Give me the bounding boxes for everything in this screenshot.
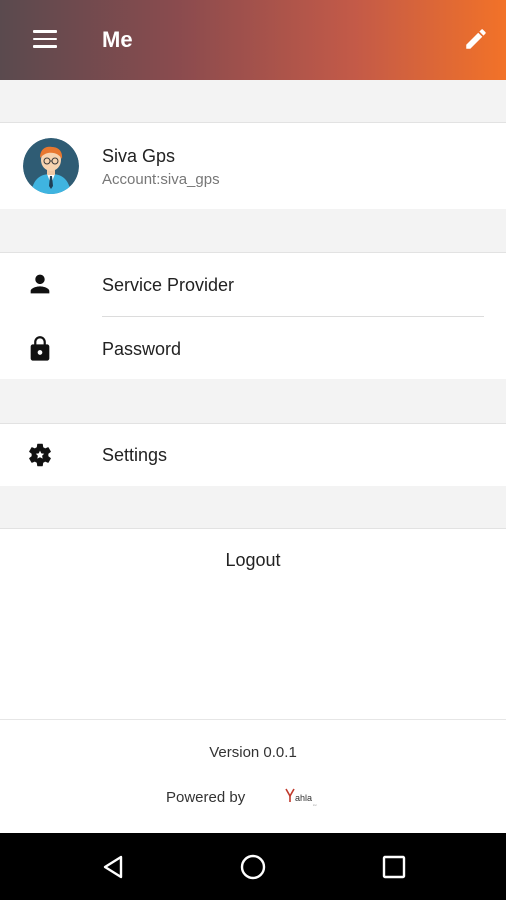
divider [0, 719, 506, 720]
service-provider-label: Service Provider [102, 275, 235, 295]
password-item[interactable] [0, 317, 506, 379]
gear-icon [29, 443, 51, 467]
svg-text:inc: inc [313, 803, 317, 807]
service-provider-item[interactable] [0, 253, 506, 316]
settings-item[interactable] [0, 424, 506, 486]
back-icon[interactable] [100, 853, 128, 881]
profile-account: Account:siva_gps [102, 171, 220, 188]
section-gap [0, 379, 506, 424]
edit-icon[interactable] [463, 26, 489, 52]
system-navigation-bar [0, 833, 506, 900]
section-gap [0, 80, 506, 123]
lock-icon [30, 336, 50, 361]
version-text: Version 0.0.1 [209, 744, 297, 761]
company-logo: ahla inc [285, 788, 317, 807]
section-gap [0, 486, 506, 529]
app-bar: Me [0, 0, 506, 80]
logout-button[interactable]: Logout [0, 548, 506, 572]
menu-icon[interactable] [33, 30, 57, 50]
section-gap [0, 209, 506, 253]
recents-icon[interactable] [380, 853, 408, 881]
password-label: Password [102, 339, 182, 359]
svg-text:ahla: ahla [295, 793, 312, 803]
page-title: Me [102, 27, 133, 52]
powered-by-label: Powered by [166, 789, 246, 806]
settings-label: Settings [102, 445, 168, 465]
home-icon[interactable] [239, 853, 267, 881]
person-icon [30, 274, 50, 294]
avatar [23, 138, 79, 194]
profile-name: Siva Gps [102, 146, 176, 166]
